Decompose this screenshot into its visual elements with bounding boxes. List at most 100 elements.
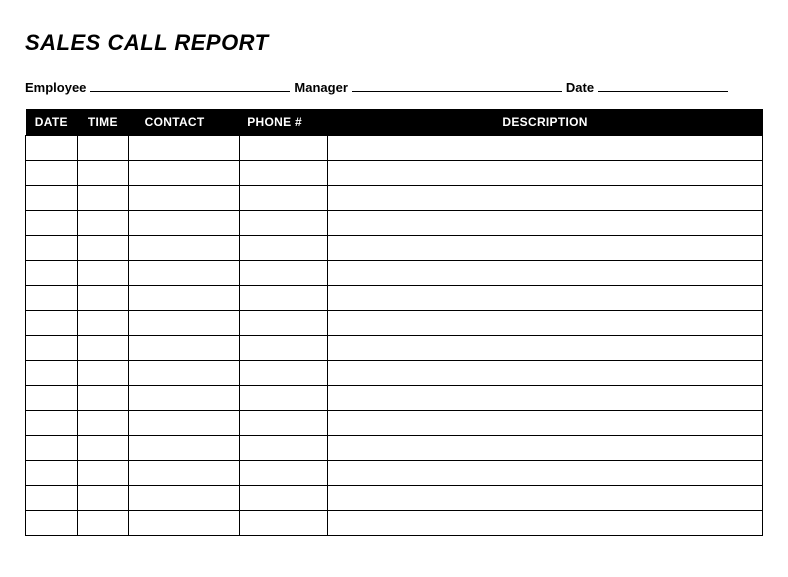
cell-contact[interactable] [129,136,240,161]
manager-field-line[interactable] [352,78,562,92]
cell-phone[interactable] [239,136,327,161]
cell-date[interactable] [26,486,78,511]
cell-phone[interactable] [239,336,327,361]
cell-phone[interactable] [239,411,327,436]
cell-phone[interactable] [239,461,327,486]
col-header-phone: PHONE # [239,109,327,136]
cell-date[interactable] [26,311,78,336]
cell-phone[interactable] [239,186,327,211]
cell-time[interactable] [77,311,129,336]
cell-contact[interactable] [129,186,240,211]
cell-contact[interactable] [129,386,240,411]
cell-contact[interactable] [129,511,240,536]
cell-date[interactable] [26,186,78,211]
cell-date[interactable] [26,236,78,261]
cell-contact[interactable] [129,436,240,461]
cell-phone[interactable] [239,511,327,536]
cell-time[interactable] [77,486,129,511]
table-row [26,486,763,511]
cell-date[interactable] [26,211,78,236]
cell-description[interactable] [328,261,763,286]
cell-time[interactable] [77,386,129,411]
table-row [26,211,763,236]
cell-description[interactable] [328,336,763,361]
cell-date[interactable] [26,411,78,436]
cell-time[interactable] [77,261,129,286]
cell-time[interactable] [77,461,129,486]
col-header-date: DATE [26,109,78,136]
cell-description[interactable] [328,486,763,511]
cell-date[interactable] [26,511,78,536]
cell-date[interactable] [26,161,78,186]
cell-phone[interactable] [239,486,327,511]
cell-date[interactable] [26,136,78,161]
cell-phone[interactable] [239,361,327,386]
cell-description[interactable] [328,161,763,186]
table-row [26,336,763,361]
cell-description[interactable] [328,461,763,486]
cell-description[interactable] [328,236,763,261]
cell-description[interactable] [328,286,763,311]
cell-contact[interactable] [129,261,240,286]
cell-phone[interactable] [239,286,327,311]
cell-contact[interactable] [129,211,240,236]
cell-phone[interactable] [239,161,327,186]
table-row [26,161,763,186]
cell-time[interactable] [77,186,129,211]
cell-time[interactable] [77,411,129,436]
date-field-line[interactable] [598,78,728,92]
table-row [26,361,763,386]
cell-time[interactable] [77,436,129,461]
cell-contact[interactable] [129,411,240,436]
col-header-contact: CONTACT [129,109,240,136]
cell-description[interactable] [328,361,763,386]
cell-description[interactable] [328,311,763,336]
cell-time[interactable] [77,161,129,186]
cell-contact[interactable] [129,311,240,336]
cell-time[interactable] [77,336,129,361]
cell-description[interactable] [328,436,763,461]
cell-description[interactable] [328,186,763,211]
cell-time[interactable] [77,236,129,261]
cell-phone[interactable] [239,236,327,261]
cell-contact[interactable] [129,161,240,186]
cell-phone[interactable] [239,261,327,286]
table-row [26,461,763,486]
cell-date[interactable] [26,436,78,461]
cell-description[interactable] [328,411,763,436]
employee-label: Employee [25,80,86,95]
cell-contact[interactable] [129,286,240,311]
cell-time[interactable] [77,511,129,536]
cell-contact[interactable] [129,486,240,511]
date-label: Date [566,80,594,95]
cell-date[interactable] [26,461,78,486]
cell-phone[interactable] [239,436,327,461]
cell-description[interactable] [328,211,763,236]
cell-date[interactable] [26,386,78,411]
cell-phone[interactable] [239,311,327,336]
cell-contact[interactable] [129,236,240,261]
cell-time[interactable] [77,361,129,386]
cell-description[interactable] [328,136,763,161]
cell-phone[interactable] [239,386,327,411]
table-row [26,236,763,261]
cell-contact[interactable] [129,461,240,486]
cell-time[interactable] [77,286,129,311]
cell-date[interactable] [26,286,78,311]
cell-contact[interactable] [129,361,240,386]
call-report-table: DATE TIME CONTACT PHONE # DESCRIPTION [25,109,763,536]
cell-contact[interactable] [129,336,240,361]
cell-description[interactable] [328,386,763,411]
cell-phone[interactable] [239,211,327,236]
cell-date[interactable] [26,261,78,286]
table-row [26,286,763,311]
cell-description[interactable] [328,511,763,536]
employee-field-line[interactable] [90,78,290,92]
cell-date[interactable] [26,336,78,361]
form-header-row: Employee Manager Date [25,78,763,95]
table-row [26,436,763,461]
cell-time[interactable] [77,211,129,236]
cell-date[interactable] [26,361,78,386]
page-title: SALES CALL REPORT [25,30,763,56]
cell-time[interactable] [77,136,129,161]
